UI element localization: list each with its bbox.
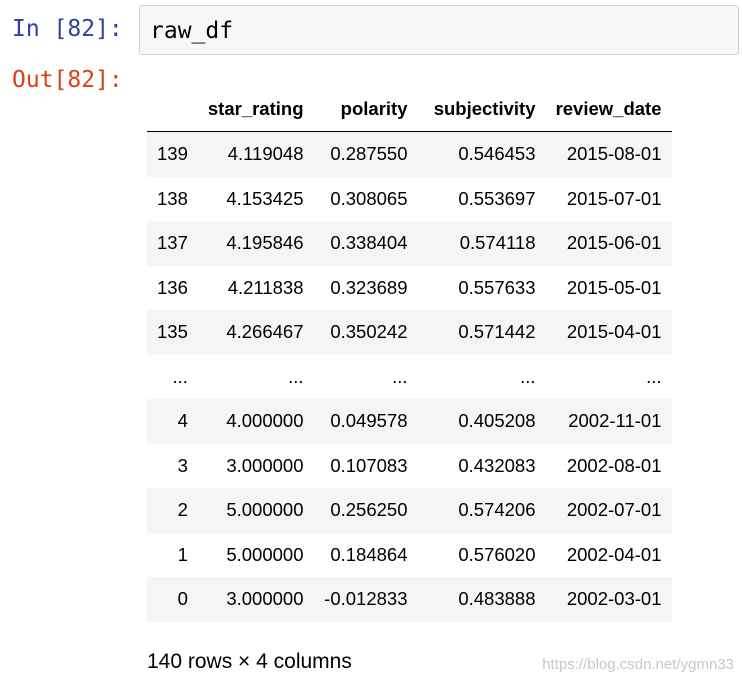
review-date-cell: 2015-07-01 — [566, 187, 662, 209]
output-prompt: Out[82]: — [12, 67, 123, 93]
subjectivity-cell: 0.571442 — [458, 321, 536, 343]
review-date-cell: 2002-08-01 — [566, 454, 662, 476]
star-rating-cell: 5.000000 — [226, 499, 304, 521]
subjectivity-cell: 0.576020 — [458, 543, 536, 565]
star-rating-cell: 4.153425 — [226, 187, 304, 209]
index-cell: 136 — [157, 276, 188, 298]
subjectivity-cell: 0.432083 — [458, 454, 536, 476]
table-row: 1 5.000000 0.184864 0.576020 2002-04-01 — [147, 532, 672, 577]
table-row: ............... — [147, 354, 672, 399]
index-cell: 4 — [177, 410, 188, 432]
review-date-cell: 2015-08-01 — [566, 143, 662, 165]
star-rating-cell: 4.119048 — [227, 143, 304, 165]
review-date-cell: 2002-03-01 — [566, 588, 662, 610]
star-rating-cell: 3.000000 — [226, 454, 304, 476]
index-cell: ... — [172, 365, 188, 387]
subjectivity-cell: 0.405208 — [458, 410, 536, 432]
polarity-cell: 0.107083 — [330, 454, 408, 476]
polarity-cell: 0.308065 — [330, 187, 408, 209]
subjectivity-cell: 0.553697 — [458, 187, 536, 209]
index-cell: 1 — [177, 543, 188, 565]
subjectivity-cell: 0.483888 — [458, 588, 536, 610]
polarity-cell: 0.323689 — [330, 276, 408, 298]
polarity-cell: 0.256250 — [330, 499, 408, 521]
table-row: 138 4.153425 0.308065 0.553697 2015-07-01 — [147, 176, 672, 221]
index-cell: 138 — [157, 187, 188, 209]
index-cell: 137 — [157, 232, 188, 254]
code-cell-input[interactable]: raw_df — [139, 5, 739, 55]
watermark: https://blog.csdn.net/ygmn33 — [542, 656, 734, 673]
star-rating-cell: 4.266467 — [226, 321, 304, 343]
star-rating-cell: 5.000000 — [226, 543, 304, 565]
review-date-cell: 2002-11-01 — [568, 410, 662, 432]
star-rating-cell: 4.000000 — [226, 410, 304, 432]
star-rating-cell: 4.195846 — [226, 232, 304, 254]
code-text[interactable]: raw_df — [150, 16, 233, 46]
polarity-cell: 0.049578 — [330, 410, 408, 432]
table-body: 139 4.119048 0.287550 0.546453 2015-08-01 138… — [147, 131, 672, 622]
polarity-cell: 0.350242 — [330, 321, 408, 343]
column-header-star-rating: star_rating — [197, 87, 314, 132]
header-row: star_rating polarity subjectivity review… — [147, 87, 672, 132]
polarity-cell: ... — [392, 365, 408, 387]
star-rating-cell: 3.000000 — [226, 588, 304, 610]
subjectivity-cell: 0.574118 — [459, 232, 536, 254]
table-row: 135 4.266467 0.350242 0.571442 2015-04-01 — [147, 310, 672, 355]
shape-summary: 140 rows × 4 columns — [147, 650, 352, 673]
index-cell: 2 — [177, 499, 188, 521]
table-row: 139 4.119048 0.287550 0.546453 2015-08-01 — [147, 131, 672, 177]
table-row: 2 5.000000 0.256250 0.574206 2002-07-01 — [147, 488, 672, 533]
table-row: 137 4.195846 0.338404 0.574118 2015-06-01 — [147, 221, 672, 266]
column-header-review-date: review_date — [545, 87, 672, 132]
review-date-cell: 2015-04-01 — [566, 321, 662, 343]
column-header-polarity: polarity — [313, 87, 418, 132]
table-row: 136 4.211838 0.323689 0.557633 2015-05-01 — [147, 265, 672, 310]
table-row: 3 3.000000 0.107083 0.432083 2002-08-01 — [147, 443, 672, 488]
index-header — [147, 87, 198, 132]
polarity-cell: 0.287550 — [330, 143, 408, 165]
subjectivity-cell: 0.574206 — [458, 499, 536, 521]
polarity-cell: -0.012833 — [324, 588, 408, 610]
polarity-cell: 0.338404 — [330, 232, 408, 254]
review-date-cell: ... — [646, 365, 662, 387]
table-row: 4 4.000000 0.049578 0.405208 2002-11-01 — [147, 399, 672, 444]
index-cell: 3 — [177, 454, 188, 476]
review-date-cell: 2015-06-01 — [566, 232, 662, 254]
dataframe-table: star_rating polarity subjectivity review… — [147, 87, 672, 622]
column-header-subjectivity: subjectivity — [417, 87, 546, 132]
index-cell: 135 — [157, 321, 188, 343]
star-rating-cell: 4.211838 — [227, 276, 304, 298]
review-date-cell: 2015-05-01 — [566, 276, 662, 298]
input-prompt: In [82]: — [12, 16, 123, 42]
index-cell: 0 — [177, 588, 188, 610]
table-row: 0 3.000000 -0.012833 0.483888 2002-03-01 — [147, 577, 672, 622]
index-cell: 139 — [157, 143, 188, 165]
subjectivity-cell: 0.557633 — [458, 276, 536, 298]
notebook: In [82]: raw_df Out[82]: star_rating pol… — [0, 0, 742, 684]
star-rating-cell: ... — [288, 365, 304, 387]
subjectivity-cell: ... — [520, 365, 536, 387]
subjectivity-cell: 0.546453 — [458, 143, 536, 165]
review-date-cell: 2002-04-01 — [566, 543, 662, 565]
review-date-cell: 2002-07-01 — [566, 499, 662, 521]
polarity-cell: 0.184864 — [330, 543, 408, 565]
